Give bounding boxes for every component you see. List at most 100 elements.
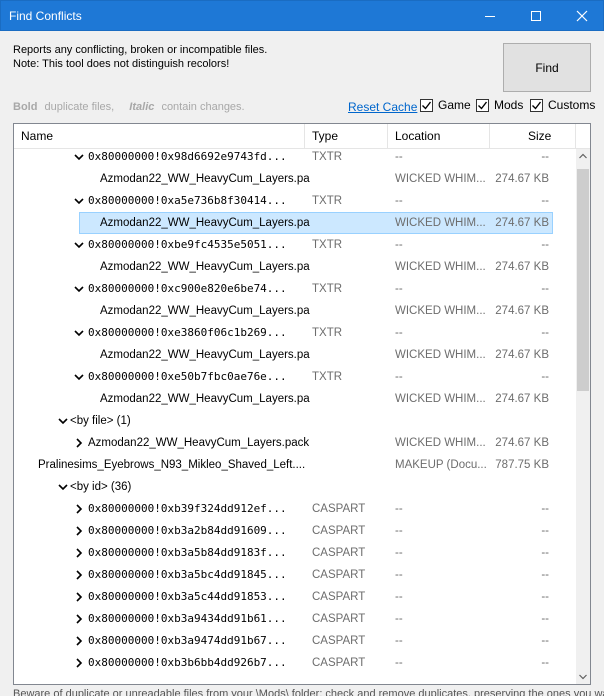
row-type [312,388,392,410]
expand-chevron-down-icon[interactable] [73,195,85,207]
row-name: Azmodan22_WW_HeavyCum_Layers.pack... [88,437,310,449]
row-type [312,168,392,190]
row-location: -- [395,525,403,537]
maximize-button[interactable] [513,1,559,31]
row-name: 0x80000000!0xb3a5b84dd9183f... [88,546,287,559]
tree-row[interactable]: Azmodan22_WW_HeavyCum_Layers.pa... WICKED… [14,300,576,322]
row-type: CASPART [312,635,366,647]
column-type[interactable]: Type [305,124,388,148]
tree-row[interactable]: 0x80000000!0xb3a5bc4dd91845... CASPART -- -… [14,564,576,586]
row-size: 274.67 KB [495,217,549,229]
tree-row[interactable]: 0x80000000!0xbe9fc4535e5051... TXTR -- -- [14,234,576,256]
tree-row[interactable]: <by file> (1) [14,410,576,432]
expand-chevron-down-icon[interactable] [73,151,85,163]
tree-row[interactable]: Azmodan22_WW_HeavyCum_Layers.pa... WICKED… [14,256,576,278]
row-size: -- [541,283,549,295]
expand-chevron-right-icon[interactable] [73,569,85,581]
row-name: 0x80000000!0xc900e820e6be74... [88,282,287,295]
expand-chevron-right-icon[interactable] [73,547,85,559]
expand-chevron-right-icon[interactable] [73,525,85,537]
row-size: -- [541,525,549,537]
row-location: -- [395,239,403,251]
row-size: 274.67 KB [495,349,549,361]
row-type [312,300,392,322]
column-location[interactable]: Location [388,124,490,148]
tree-row[interactable]: 0x80000000!0xb3a5c44dd91853... CASPART -- -… [14,586,576,608]
tree-row[interactable]: <by id> (36) [14,476,576,498]
tree-row[interactable]: 0x80000000!0xe3860f06c1b269... TXTR -- -- [14,322,576,344]
checkbox-box[interactable] [530,98,543,112]
row-name: 0x80000000!0xbe9fc4535e5051... [88,238,287,251]
vertical-scrollbar[interactable] [576,149,590,684]
expand-chevron-down-icon[interactable] [73,327,85,339]
conflicts-tree[interactable]: Name Type Location Size 0x80000000!0x98d… [13,123,591,685]
checkbox-box[interactable] [476,98,489,112]
row-size: -- [541,547,549,559]
game-checkbox[interactable]: Game [420,98,471,112]
tree-row[interactable]: Pralinesims_Eyebrows_N93_Mikleo_Shaved_L… [14,454,576,476]
row-location: -- [395,503,403,515]
row-size: -- [541,239,549,251]
legend: Bold duplicate files, Italic contain cha… [13,101,245,113]
scroll-down-arrow[interactable] [576,670,590,684]
customs-checkbox[interactable]: Customs [530,98,595,112]
legend-bold: Bold [13,101,38,113]
row-name: 0x80000000!0xb39f324dd912ef... [88,502,287,515]
row-location [395,476,495,498]
expand-chevron-right-icon[interactable] [73,503,85,515]
row-type [312,212,392,234]
tree-row[interactable]: 0x80000000!0xa5e736b8f30414... TXTR -- -- [14,190,576,212]
window-title: Find Conflicts [9,9,82,23]
minimize-button[interactable] [467,1,513,31]
row-location: MAKEUP (Docu... [395,459,487,471]
tree-row[interactable]: 0x80000000!0xb3a5b84dd9183f... CASPART -- -… [14,542,576,564]
close-button[interactable] [559,1,604,31]
mods-checkbox[interactable]: Mods [476,98,523,112]
expand-chevron-down-icon[interactable] [73,239,85,251]
maximize-icon [531,11,541,21]
expand-chevron-down-icon[interactable] [73,371,85,383]
tree-row[interactable]: 0x80000000!0xb3a9434dd91b61... CASPART -- -… [14,608,576,630]
tree-row[interactable]: 0x80000000!0xb3a2b84dd91609... CASPART -- -… [14,520,576,542]
expand-chevron-right-icon[interactable] [73,591,85,603]
tree-row[interactable]: 0x80000000!0xb3b6bb4dd926b7... CASPART -- -… [14,652,576,674]
find-button[interactable]: Find [503,43,591,92]
row-name: 0x80000000!0xe50b7fbc0ae76e... [88,370,287,383]
mods-checkbox-label: Mods [494,98,524,112]
row-type: CASPART [312,613,366,625]
tree-row[interactable]: Azmodan22_WW_HeavyCum_Layers.pa... WICKED… [14,168,576,190]
scroll-up-arrow[interactable] [576,149,590,163]
column-name[interactable]: Name [14,124,305,148]
expand-chevron-down-icon[interactable] [73,283,85,295]
column-size[interactable]: Size [490,124,576,148]
row-name: Pralinesims_Eyebrows_N93_Mikleo_Shaved_L… [38,459,306,471]
expand-chevron-right-icon[interactable] [73,657,85,669]
row-type: TXTR [312,151,343,163]
row-type: CASPART [312,503,366,515]
tree-row[interactable]: 0x80000000!0xb3a9474dd91b67... CASPART -- -… [14,630,576,652]
tree-row[interactable]: 0x80000000!0xe50b7fbc0ae76e... TXTR -- -- [14,366,576,388]
row-type [312,454,392,476]
expand-chevron-right-icon[interactable] [73,437,85,449]
row-location: WICKED WHIM... [395,217,486,229]
expand-chevron-right-icon[interactable] [73,613,85,625]
tree-row[interactable]: 0x80000000!0x98d6692e9743fd... TXTR -- -- [14,146,576,168]
tree-row[interactable]: Azmodan22_WW_HeavyCum_Layers.pa... WICKED… [14,344,576,366]
tree-row[interactable]: Azmodan22_WW_HeavyCum_Layers.pa... WICKED… [14,388,576,410]
tree-row[interactable]: 0x80000000!0xc900e820e6be74... TXTR -- -- [14,278,576,300]
expand-chevron-down-icon[interactable] [57,415,69,427]
description-line-1: Reports any conflicting, broken or incom… [13,44,268,56]
row-name: 0x80000000!0xb3a5c44dd91853... [88,590,287,603]
tree-row[interactable]: 0x80000000!0xb39f324dd912ef... CASPART -- -… [14,498,576,520]
expand-chevron-right-icon[interactable] [73,635,85,647]
row-size: 274.67 KB [495,437,549,449]
row-location: -- [395,635,403,647]
checkbox-box[interactable] [420,98,433,112]
tree-row[interactable]: Azmodan22_WW_HeavyCum_Layers.pack... WICK… [14,432,576,454]
expand-chevron-down-icon[interactable] [57,481,69,493]
row-size: 274.67 KB [495,173,549,185]
tree-row[interactable]: Azmodan22_WW_HeavyCum_Layers.pa... WICKED… [14,212,576,234]
reset-cache-link[interactable]: Reset Cache [348,100,417,114]
scroll-thumb[interactable] [577,169,589,391]
row-location: -- [395,569,403,581]
